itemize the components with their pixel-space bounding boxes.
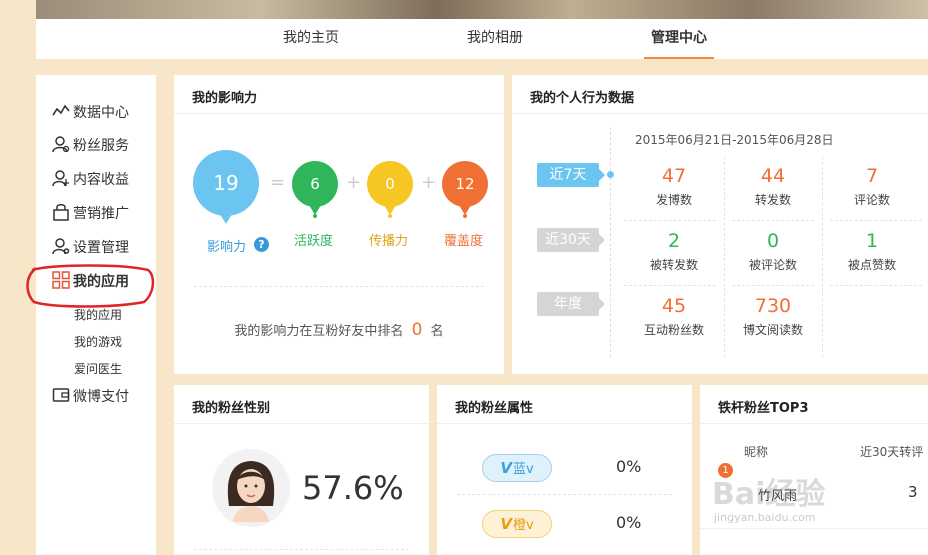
sidebar-sub-my-games[interactable]: 我的游戏 <box>74 333 122 350</box>
stat-liked-label: 被点赞数 <box>847 258 896 272</box>
stat-reads-value: 730 <box>754 295 792 317</box>
fans-gender-title: 我的粉丝性别 <box>192 401 271 416</box>
orange-v-badge: V橙v <box>482 510 552 538</box>
activity-label: 活跃度 <box>294 234 334 249</box>
sidebar-item-content-income[interactable]: 内容收益 <box>52 169 129 191</box>
sidebar-sub-iask-doctor[interactable]: 爱问医生 <box>74 360 122 377</box>
coverage-bubble: 12 <box>442 161 488 215</box>
fans-attr-title: 我的粉丝属性 <box>455 401 534 416</box>
tab-album[interactable]: 我的相册 <box>455 19 535 59</box>
stat-posts-label: 发博数 <box>655 193 692 207</box>
stat-reposts-label: 转发数 <box>754 193 791 207</box>
stat-liked-value: 1 <box>865 230 879 252</box>
fans-gender-percent: 57.6% <box>302 469 404 507</box>
influence-title: 我的影响力 <box>192 91 258 106</box>
coverage-label: 覆盖度 <box>444 234 484 249</box>
sidebar-item-settings[interactable]: 设置管理 <box>52 237 129 259</box>
date-range: 2015年06月21日-2015年06月28日 <box>635 133 834 147</box>
red-highlight-circle <box>26 264 155 308</box>
sidebar-item-data-center[interactable]: 数据中心 <box>52 102 129 124</box>
stat-comments-label: 评论数 <box>853 193 890 207</box>
spread-bubble: 0 <box>367 161 413 215</box>
fans-gender-panel: 我的粉丝性别 57.6% <box>174 385 429 555</box>
top-fans-title: 铁杆粉丝TOP3 <box>718 401 809 416</box>
profile-cover-banner <box>36 0 928 19</box>
stat-reposted-label: 被转发数 <box>649 258 698 272</box>
stat-commented-value: 0 <box>766 230 780 252</box>
top-fan-count: 3 <box>908 483 918 501</box>
sidebar-item-marketing[interactable]: 营销推广 <box>52 203 129 225</box>
baidu-watermark: Bai经验 <box>712 477 826 512</box>
activity-bubble: 6 <box>292 161 338 215</box>
sidebar-item-fans-service[interactable]: 粉丝服务 <box>52 135 129 157</box>
stat-reads-label: 博文阅读数 <box>742 323 803 337</box>
influence-label: 影响力 <box>207 240 247 255</box>
question-circle-icon[interactable]: ? <box>254 237 269 252</box>
baidu-watermark-url: jingyan.baidu.com <box>714 511 816 524</box>
top-nav: 我的主页 我的相册 管理中心 <box>36 19 928 59</box>
tab-manage-center[interactable]: 管理中心 <box>644 19 714 59</box>
stat-commented-label: 被评论数 <box>748 258 797 272</box>
blue-v-percent: 0% <box>616 457 642 476</box>
period-7-days[interactable]: 近7天 <box>537 163 605 187</box>
stat-comments-value: 7 <box>865 165 879 187</box>
stat-posts-value: 47 <box>661 165 687 187</box>
spread-label: 传播力 <box>369 234 409 249</box>
period-year[interactable]: 年度 <box>537 292 605 316</box>
wallet-icon <box>52 388 70 402</box>
chart-line-icon <box>52 104 70 116</box>
col-repost-30days: 近30天转评 <box>860 445 924 459</box>
orange-v-percent: 0% <box>616 513 642 532</box>
influence-panel: 我的影响力 19 = 6 + 0 + 12 影响力 ? 活跃度 传播力 覆盖度 … <box>174 75 504 374</box>
stat-interact-fans-label: 互动粉丝数 <box>643 323 704 337</box>
stat-reposts-value: 44 <box>760 165 786 187</box>
settings-user-icon <box>52 238 70 255</box>
sidebar-item-weibo-pay[interactable]: 微博支付 <box>52 386 129 408</box>
tab-home[interactable]: 我的主页 <box>271 19 351 59</box>
bag-icon <box>53 204 69 221</box>
col-nickname: 昵称 <box>744 445 769 459</box>
period-30-days[interactable]: 近30天 <box>537 228 605 252</box>
top-fans-panel: 铁杆粉丝TOP3 昵称 近30天转评 1 竹风雨 3 Bai经验 jingyan… <box>700 385 928 555</box>
fans-user-icon <box>52 136 70 153</box>
female-avatar-icon <box>212 449 290 527</box>
stat-reposted-value: 2 <box>667 230 681 252</box>
influence-rank-text: 我的影响力在互粉好友中排名 0 名 <box>234 320 444 340</box>
sidebar: 数据中心 粉丝服务 内容收益 营销推广 设置管理 我的应用 我的应用 我的游戏 … <box>36 75 156 555</box>
fans-attr-panel: 我的粉丝属性 V蓝v 0% V橙v 0% <box>437 385 692 555</box>
behavior-panel: 我的个人行为数据 2015年06月21日-2015年06月28日 近7天 近30… <box>512 75 928 374</box>
stat-interact-fans-value: 45 <box>661 295 687 317</box>
influence-total-bubble: 19 <box>193 150 259 224</box>
behavior-title: 我的个人行为数据 <box>530 91 635 106</box>
blue-v-badge: V蓝v <box>482 454 552 482</box>
income-user-icon <box>52 170 69 187</box>
